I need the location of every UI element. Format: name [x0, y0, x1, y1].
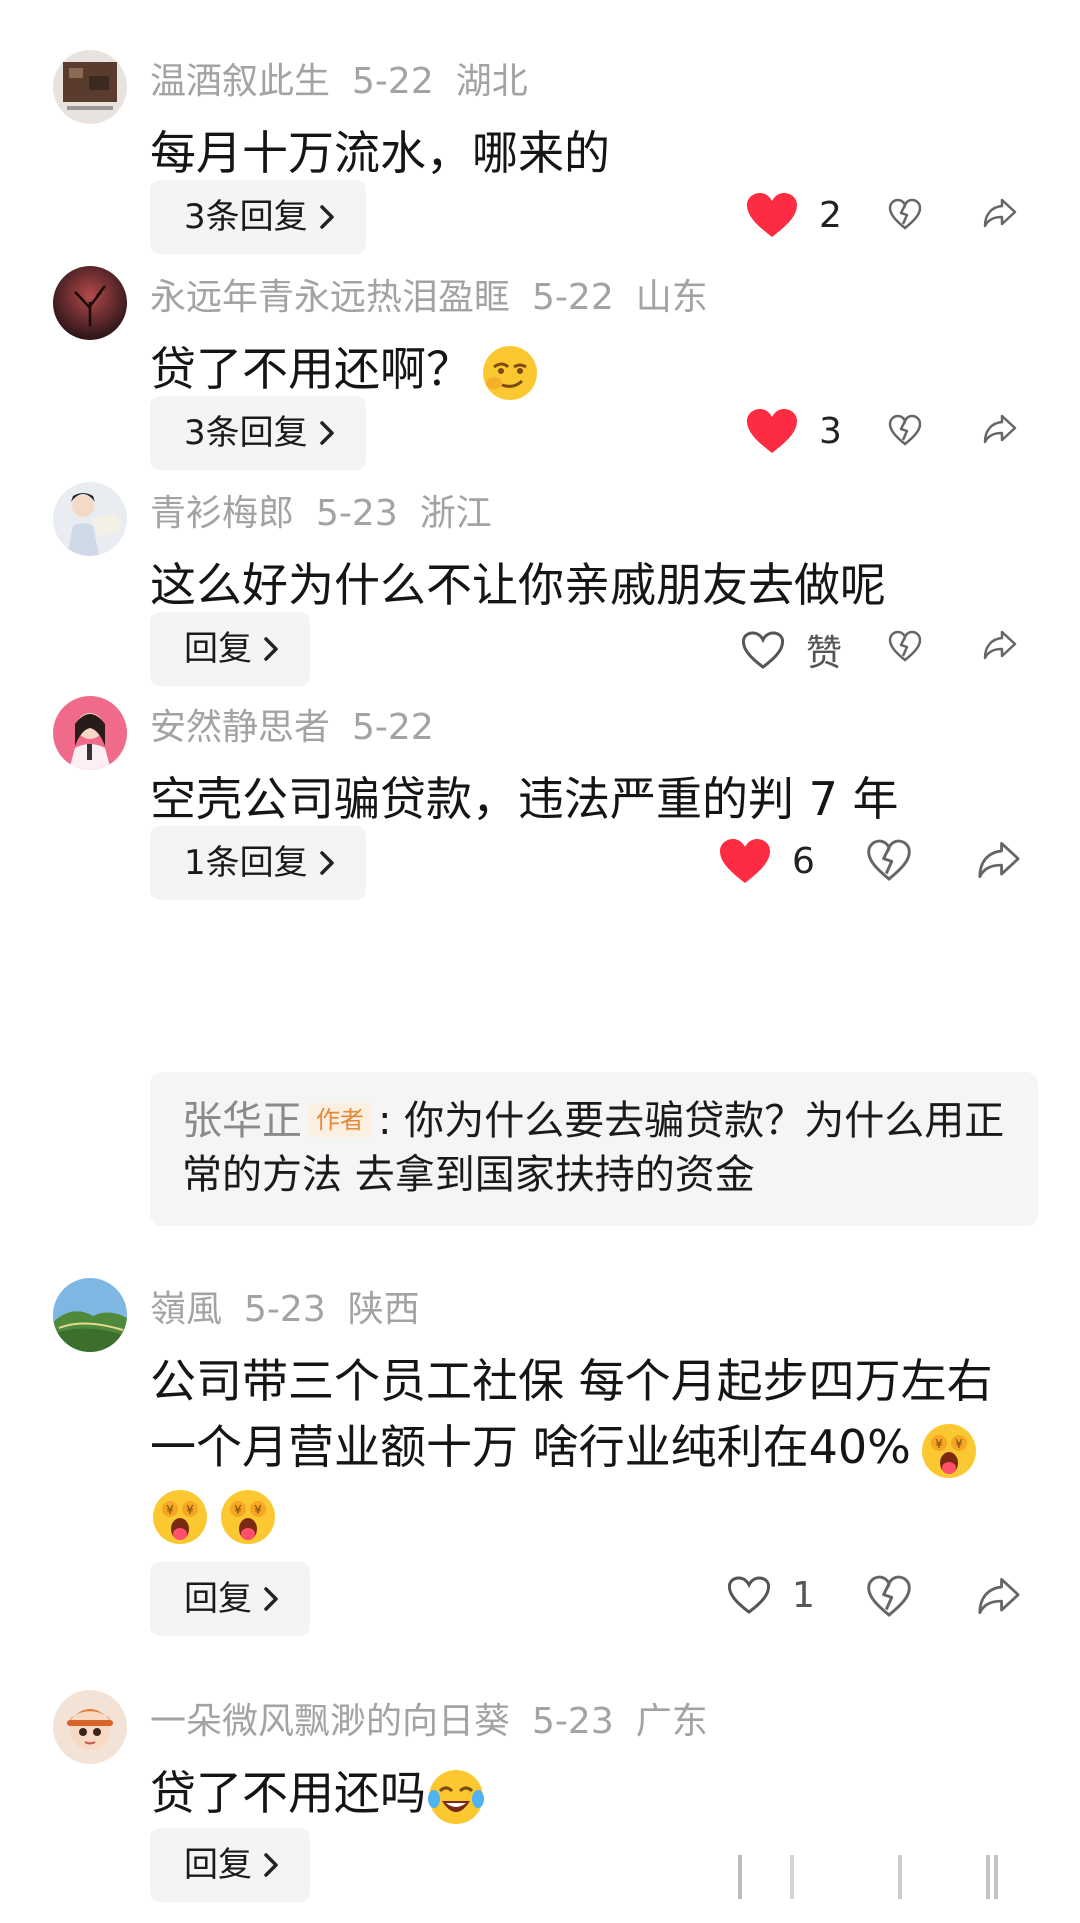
- reply-button[interactable]: 回复: [150, 1828, 310, 1902]
- like-count: 6: [792, 840, 815, 882]
- username[interactable]: 温酒叙此生: [150, 61, 330, 102]
- like-count: 赞: [806, 633, 843, 674]
- dislike-icon[interactable]: [866, 838, 912, 882]
- heart-filled-icon: [720, 839, 770, 883]
- svg-text:¥: ¥: [935, 1437, 943, 1451]
- scroll-indicator: [738, 1855, 998, 1899]
- author-badge: 作者: [308, 1103, 372, 1137]
- smirk-face-emoji: [480, 343, 540, 403]
- view-replies-button[interactable]: 3条回复: [150, 180, 366, 254]
- avatar[interactable]: [53, 266, 127, 340]
- heart-filled-icon: [747, 409, 797, 453]
- chevron-right-icon: [319, 421, 334, 445]
- heart-outline-icon: [741, 631, 785, 669]
- avatar[interactable]: [53, 50, 127, 124]
- comment-meta: 温酒叙此生 5-22 湖北: [150, 60, 550, 104]
- share-icon[interactable]: [976, 1574, 1022, 1618]
- view-replies-button[interactable]: 3条回复: [150, 396, 366, 470]
- comment-date: 5-22: [352, 61, 434, 102]
- comment-text: 这么好为什么不让你亲戚朋友去做呢: [150, 558, 886, 612]
- comment-meta: 青衫梅郎 5-23 浙江: [150, 492, 514, 536]
- avatar[interactable]: [53, 1278, 127, 1352]
- like-button[interactable]: 2: [745, 191, 842, 239]
- username[interactable]: 永远年青永远热泪盈眶: [150, 277, 510, 318]
- avatar[interactable]: [53, 482, 127, 556]
- chevron-right-icon: [264, 1587, 278, 1611]
- comment-text: 贷了不用还吗: [150, 1760, 1030, 1827]
- comment-location: 湖北: [455, 61, 528, 102]
- comment-text: 公司带三个员工社保 每个月起步四万左右 一个月营业额十万 啥行业纯利在40% ¥ ¥…: [150, 1348, 1030, 1547]
- like-button[interactable]: 赞: [740, 624, 842, 676]
- view-replies-button[interactable]: 1条回复: [150, 826, 366, 900]
- comment-location: 浙江: [419, 493, 492, 534]
- avatar[interactable]: [53, 696, 127, 770]
- username[interactable]: 安然静思者: [150, 707, 330, 748]
- avatar[interactable]: [53, 1690, 127, 1764]
- chevron-right-icon: [319, 851, 334, 875]
- comment-meta: 永远年青永远热泪盈眶 5-22 山东: [150, 276, 730, 320]
- comment-text: 每月十万流水，哪来的: [150, 126, 610, 180]
- heart-outline-icon: [727, 1576, 771, 1614]
- svg-text:¥: ¥: [955, 1437, 963, 1451]
- author-name[interactable]: 张华正: [182, 1098, 302, 1144]
- svg-text:¥: ¥: [166, 1503, 174, 1517]
- chevron-right-icon: [264, 637, 278, 661]
- reply-button[interactable]: 回复: [150, 612, 310, 686]
- share-icon[interactable]: [982, 196, 1018, 230]
- comment-meta: 一朵微风飘渺的向日葵 5-23 广东: [150, 1700, 730, 1744]
- like-button[interactable]: 1: [726, 1574, 815, 1616]
- comment-text: 贷了不用还啊？: [150, 336, 1030, 403]
- comment-location: 山东: [635, 277, 708, 318]
- share-icon[interactable]: [976, 838, 1022, 882]
- like-button[interactable]: 6: [718, 837, 815, 885]
- comment-date: 5-23: [244, 1289, 326, 1330]
- comment-location: 广东: [635, 1701, 708, 1742]
- dislike-icon[interactable]: [866, 1574, 912, 1618]
- money-face-emoji: ¥ ¥: [150, 1487, 210, 1547]
- money-face-emoji: ¥ ¥: [919, 1421, 979, 1481]
- username[interactable]: 一朵微风飘渺的向日葵: [150, 1701, 510, 1742]
- like-count: 3: [819, 410, 842, 452]
- username[interactable]: 嶺風: [150, 1289, 222, 1330]
- money-face-emoji: ¥ ¥: [218, 1487, 278, 1547]
- author-reply-text: 张华正 作者: 你为什么要去骗贷款？为什么用正常的方法 去拿到国家扶持的资金: [182, 1098, 1005, 1198]
- comment-meta: 安然静思者 5-22: [150, 706, 456, 750]
- dislike-icon[interactable]: [888, 198, 922, 230]
- comment-meta: 嶺風 5-23 陕西: [150, 1288, 442, 1332]
- heart-filled-icon: [747, 193, 797, 237]
- dislike-icon[interactable]: [888, 630, 922, 662]
- comment-text: 空壳公司骗贷款，违法严重的判 7 年: [150, 772, 899, 826]
- username[interactable]: 青衫梅郎: [150, 493, 294, 534]
- chevron-right-icon: [264, 1853, 278, 1877]
- comment-location: 陕西: [347, 1289, 420, 1330]
- svg-text:¥: ¥: [234, 1503, 242, 1517]
- comment-date: 5-22: [352, 707, 434, 748]
- svg-text:¥: ¥: [186, 1503, 194, 1517]
- share-icon[interactable]: [982, 628, 1018, 662]
- comment-date: 5-23: [532, 1701, 614, 1742]
- dislike-icon[interactable]: [888, 414, 922, 446]
- chevron-right-icon: [319, 205, 334, 229]
- like-count: 1: [792, 1574, 815, 1616]
- comment-date: 5-23: [316, 493, 398, 534]
- svg-text:¥: ¥: [254, 1503, 262, 1517]
- author-reply-box[interactable]: 张华正 作者: 你为什么要去骗贷款？为什么用正常的方法 去拿到国家扶持的资金: [150, 1072, 1038, 1226]
- like-count: 2: [819, 194, 842, 236]
- comment-date: 5-22: [532, 277, 614, 318]
- share-icon[interactable]: [982, 412, 1018, 446]
- reply-button[interactable]: 回复: [150, 1562, 310, 1636]
- laughing-tears-emoji: [426, 1767, 486, 1827]
- like-button[interactable]: 3: [745, 407, 842, 455]
